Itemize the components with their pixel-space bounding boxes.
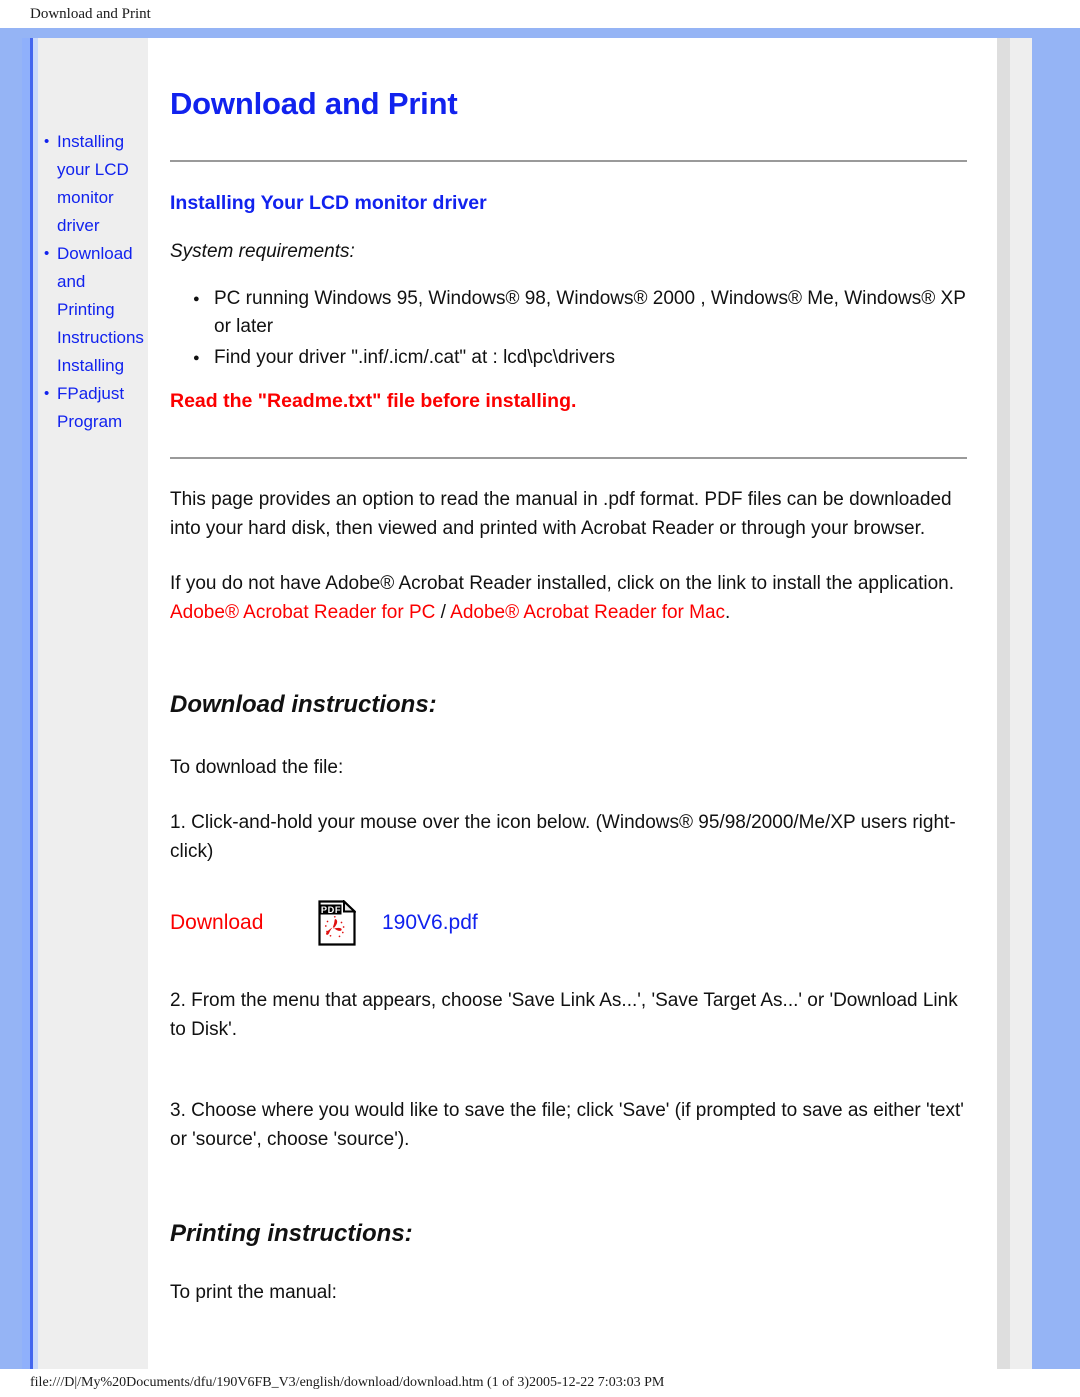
pdf-file-icon[interactable]: PDF: [318, 899, 357, 946]
status-bar-text: file:///D|/My%20Documents/dfu/190V6FB_V3…: [30, 1375, 665, 1390]
section-heading-installing-driver: Installing Your LCD monitor driver: [170, 192, 487, 214]
download-lead: To download the file:: [170, 757, 344, 778]
acrobat-reader-mac-link[interactable]: Adobe® Acrobat Reader for Mac: [450, 602, 725, 623]
pdf-file-name-link[interactable]: 190V6.pdf: [382, 911, 478, 935]
download-file-row: Download PDF 190V6.pdf: [170, 899, 967, 946]
frame-gutter-mid: [22, 38, 30, 1369]
main-content: Download and Print Installing Your LCD m…: [148, 38, 997, 1369]
download-row-label: Download: [170, 911, 264, 934]
svg-text:PDF: PDF: [321, 905, 341, 915]
content-wrapper: Download and Print Installing Your LCD m…: [148, 38, 1032, 1369]
sidebar-nav-list: Installing your LCD monitor driver Downl…: [44, 128, 144, 436]
sidebar: Installing your LCD monitor driver Downl…: [38, 38, 148, 1369]
sidebar-item-label[interactable]: FPadjust Program: [57, 384, 124, 431]
link-separator: /: [435, 602, 451, 623]
requirement-item: PC running Windows 95, Windows® 98, Wind…: [193, 285, 967, 341]
sidebar-item-installing-driver[interactable]: Installing your LCD monitor driver: [44, 128, 144, 240]
download-step-1: 1. Click-and-hold your mouse over the ic…: [170, 812, 956, 862]
title-divider: [170, 160, 967, 162]
frame-gutter-right: [1032, 38, 1080, 1369]
download-step-2: 2. From the menu that appears, choose 'S…: [170, 990, 958, 1040]
sidebar-item-label[interactable]: Installing your LCD monitor driver: [57, 132, 129, 235]
system-requirements-list: PC running Windows 95, Windows® 98, Wind…: [170, 285, 967, 372]
printing-instructions-heading: Printing instructions:: [170, 1220, 413, 1247]
download-step-3: 3. Choose where you would like to save t…: [170, 1100, 964, 1150]
sidebar-item-label[interactable]: Download and Printing Instructions Insta…: [57, 244, 144, 375]
system-requirements-label: System requirements:: [170, 241, 355, 262]
page-frame-inner: Installing your LCD monitor driver Downl…: [0, 38, 1080, 1369]
content-edge-shade: [997, 38, 1010, 1369]
page-title: Download and Print: [170, 86, 458, 121]
readme-warning: Read the "Readme.txt" file before instal…: [170, 390, 577, 412]
document-title: Download and Print: [30, 5, 151, 22]
status-bar: file:///D|/My%20Documents/dfu/190V6FB_V3…: [0, 1369, 1080, 1397]
sidebar-item-fpadjust-program[interactable]: FPadjust Program: [44, 380, 144, 436]
paragraph-acrobat-links: Adobe® Acrobat Reader for PC / Adobe® Ac…: [170, 598, 967, 627]
page-frame: Installing your LCD monitor driver Downl…: [0, 28, 1080, 1369]
paragraph-acrobat-notice: If you do not have Adobe® Acrobat Reader…: [170, 573, 954, 594]
content-right-pad: [1010, 38, 1032, 1369]
acrobat-reader-pc-link[interactable]: Adobe® Acrobat Reader for PC: [170, 602, 435, 623]
link-period: .: [725, 602, 731, 623]
paragraph-intro: This page provides an option to read the…: [170, 489, 952, 539]
frame-gutter-left: [0, 38, 22, 1369]
document-title-bar: Download and Print: [0, 0, 1080, 28]
requirement-item: Find your driver ".inf/.icm/.cat" at : l…: [193, 344, 967, 372]
sidebar-item-download-printing[interactable]: Download and Printing Instructions Insta…: [44, 240, 144, 380]
download-instructions-heading: Download instructions:: [170, 691, 437, 718]
printing-lead: To print the manual:: [170, 1282, 337, 1303]
